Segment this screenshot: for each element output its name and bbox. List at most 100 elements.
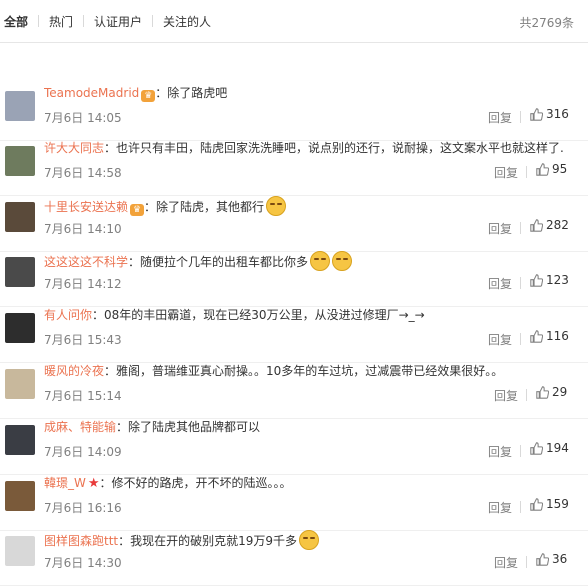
comment-colon: ： [116, 420, 129, 434]
reply-button[interactable]: 回复 [494, 164, 518, 181]
comment-username[interactable]: 图样图森跑ttt [44, 534, 118, 548]
comment-body: 图样图森跑ttt：我现在开的破别克就19万9千多 [44, 530, 568, 550]
comment-timestamp: 7月6日 14:58 [44, 166, 122, 180]
comment-username[interactable]: 有人问你 [44, 308, 92, 322]
action-divider [520, 222, 521, 234]
avatar[interactable] [5, 536, 35, 566]
comment-text: 08年的丰田霸道，现在已经30万公里，从没进过修理厂→_→ [104, 308, 425, 322]
comment-item: TeamodeMadrid ♛ ：除了路虎吧 7月6日 14:05 回复 316 [0, 85, 588, 141]
like-button[interactable]: 123 [530, 273, 569, 287]
thumbs-up-icon [530, 441, 546, 455]
comment-timestamp: 7月6日 15:14 [44, 389, 122, 403]
comment-timestamp: 7月6日 16:16 [44, 501, 122, 515]
comment-colon: ： [144, 200, 157, 214]
comment-colon: ： [128, 255, 141, 269]
reply-button[interactable]: 回复 [488, 499, 512, 516]
comment-colon: ： [118, 534, 131, 548]
avatar[interactable] [5, 91, 35, 121]
like-button[interactable]: 95 [536, 162, 567, 176]
action-divider [520, 501, 521, 513]
thumbs-up-icon [530, 218, 546, 232]
reply-button[interactable]: 回复 [488, 275, 512, 292]
thumbs-up-icon [530, 273, 546, 287]
reply-button[interactable]: 回复 [494, 387, 518, 404]
avatar[interactable] [5, 257, 35, 287]
reply-button[interactable]: 回复 [494, 554, 518, 571]
thumbs-up-icon [530, 107, 546, 121]
like-count: 282 [546, 218, 569, 232]
vip-badge-icon[interactable]: ♛ [141, 90, 156, 102]
comment-body: 十里长安送达赖 ♛ ：除了陆虎，其他都行 [44, 196, 568, 216]
thumbs-up-icon [536, 385, 552, 399]
comment-colon: ： [92, 308, 105, 322]
reply-button[interactable]: 回复 [488, 443, 512, 460]
comment-username[interactable]: 这这这这不科学 [44, 255, 128, 269]
like-count: 36 [552, 552, 568, 566]
action-divider [520, 111, 521, 123]
like-button[interactable]: 116 [530, 329, 569, 343]
cat-face-emoji-icon [266, 196, 287, 216]
tab-hot[interactable]: 热门 [39, 13, 83, 30]
vip-badge-icon[interactable]: ♛ [130, 204, 145, 216]
like-button[interactable]: 282 [530, 218, 569, 232]
tab-following[interactable]: 关注的人 [153, 13, 221, 30]
like-button[interactable]: 194 [530, 441, 569, 455]
like-count: 29 [552, 385, 568, 399]
comment-body: 有人问你：08年的丰田霸道，现在已经30万公里，从没进过修理厂→_→ [44, 307, 568, 323]
avatar[interactable] [5, 313, 35, 343]
comment-colon: ： [99, 476, 112, 490]
reply-button[interactable]: 回复 [488, 220, 512, 237]
action-divider [520, 333, 521, 345]
comment-username[interactable]: 十里长安送达赖 [44, 200, 128, 214]
comment-username[interactable]: 成麻、特能输 [44, 420, 116, 434]
comment-text: 随便拉个几年的出租车都比你多 [140, 255, 309, 269]
like-count: 116 [546, 329, 569, 343]
comment-timestamp: 7月6日 14:30 [44, 556, 122, 570]
comment-body: 暖风的冷夜：雅阁，普瑞维亚真心耐操。。10多年的车过坑，过减震带已经效果很好。。 [44, 363, 568, 379]
comment-timestamp: 7月6日 14:09 [44, 445, 122, 459]
like-button[interactable]: 316 [530, 107, 569, 121]
avatar[interactable] [5, 425, 35, 455]
comment-item: 成麻、特能输：除了陆虎其他品牌都可以 7月6日 14:09 回复 194 [0, 419, 588, 475]
reply-button[interactable]: 回复 [488, 331, 512, 348]
comment-timestamp: 7月6日 15:43 [44, 333, 122, 347]
comment-text: 除了陆虎其他品牌都可以 [128, 420, 261, 434]
avatar[interactable] [5, 202, 35, 232]
thumbs-up-icon [536, 552, 552, 566]
like-count: 95 [552, 162, 568, 176]
comment-colon: ： [104, 364, 117, 378]
star-badge-icon[interactable]: ★ [88, 476, 100, 491]
comment-colon: ： [155, 86, 168, 100]
like-button[interactable]: 29 [536, 385, 567, 399]
comment-item: 暖风的冷夜：雅阁，普瑞维亚真心耐操。。10多年的车过坑，过减震带已经效果很好。。… [0, 363, 588, 419]
comment-text: 除了陆虎，其他都行 [156, 200, 265, 214]
tab-all[interactable]: 全部 [0, 13, 38, 30]
comment-text: 我现在开的破别克就19万9千多 [130, 534, 298, 548]
comment-body: 这这这这不科学：随便拉个几年的出租车都比你多 [44, 251, 568, 271]
reply-button[interactable]: 回复 [488, 109, 512, 126]
comment-text: 也许只有丰田，陆虎回家洗洗睡吧，说点别的还行，说耐操，这文案水平也就这样了. [116, 141, 564, 155]
avatar[interactable] [5, 146, 35, 176]
comment-filter-tabs: 全部 热门 认证用户 关注的人 共2769条 [0, 0, 588, 43]
thumbs-up-icon [530, 329, 546, 343]
comment-text: 修不好的路虎，开不坏的陆巡。。。 [111, 476, 292, 490]
comment-username[interactable]: 暖风的冷夜 [44, 364, 104, 378]
total-comment-count: 共2769条 [519, 16, 574, 30]
avatar[interactable] [5, 369, 35, 399]
comment-body: 许大大同志：也许只有丰田，陆虎回家洗洗睡吧，说点别的还行，说耐操，这文案水平也就… [44, 140, 568, 156]
action-divider [526, 389, 527, 401]
comment-item: 十里长安送达赖 ♛ ：除了陆虎，其他都行 7月6日 14:10 回复 282 [0, 196, 588, 252]
avatar[interactable] [5, 481, 35, 511]
comment-body: TeamodeMadrid ♛ ：除了路虎吧 [44, 85, 568, 102]
comment-username[interactable]: 许大大同志 [44, 141, 104, 155]
like-button[interactable]: 159 [530, 497, 569, 511]
face-emoji-icon [299, 530, 320, 550]
comment-username[interactable]: TeamodeMadrid [44, 86, 139, 100]
comment-text: 雅阁，普瑞维亚真心耐操。。10多年的车过坑，过减震带已经效果很好。。 [116, 364, 504, 378]
comment-timestamp: 7月6日 14:12 [44, 277, 122, 291]
tab-verified-users[interactable]: 认证用户 [84, 13, 152, 30]
comment-username[interactable]: 韓璟_W [44, 476, 86, 490]
like-button[interactable]: 36 [536, 552, 567, 566]
comment-item: 这这这这不科学：随便拉个几年的出租车都比你多 7月6日 14:12 回复 123 [0, 251, 588, 307]
like-count: 159 [546, 497, 569, 511]
